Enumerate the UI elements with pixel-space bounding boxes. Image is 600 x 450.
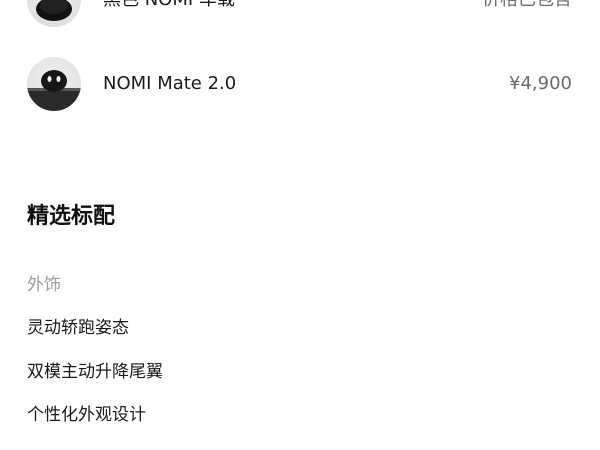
option-name: 黑色 NOMI 车载 <box>103 0 235 12</box>
option-row-nomi-basic[interactable]: 黑色 NOMI 车载 价格已包含 <box>0 0 600 30</box>
nomi-mate-icon <box>27 70 81 111</box>
feature-item: 灵动轿跑姿态 <box>27 318 129 338</box>
section-title-standard-features: 精选标配 <box>27 204 116 229</box>
option-price: 价格已包含 <box>482 0 572 12</box>
nomi-device-icon <box>36 0 72 21</box>
feature-item: 个性化外观设计 <box>27 405 146 425</box>
option-price: ¥4,900 <box>509 73 572 94</box>
option-thumbnail <box>27 0 81 27</box>
feature-item: 双模主动升降尾翼 <box>27 362 163 382</box>
option-row-nomi-mate[interactable]: NOMI Mate 2.0 ¥4,900 <box>0 54 600 114</box>
option-thumbnail <box>27 57 81 111</box>
option-name: NOMI Mate 2.0 <box>103 73 237 94</box>
feature-category-exterior: 外饰 <box>27 275 61 295</box>
option-config-page: 黑色 NOMI 车载 价格已包含 NOMI Mate 2.0 ¥4,900 精选… <box>0 0 600 450</box>
